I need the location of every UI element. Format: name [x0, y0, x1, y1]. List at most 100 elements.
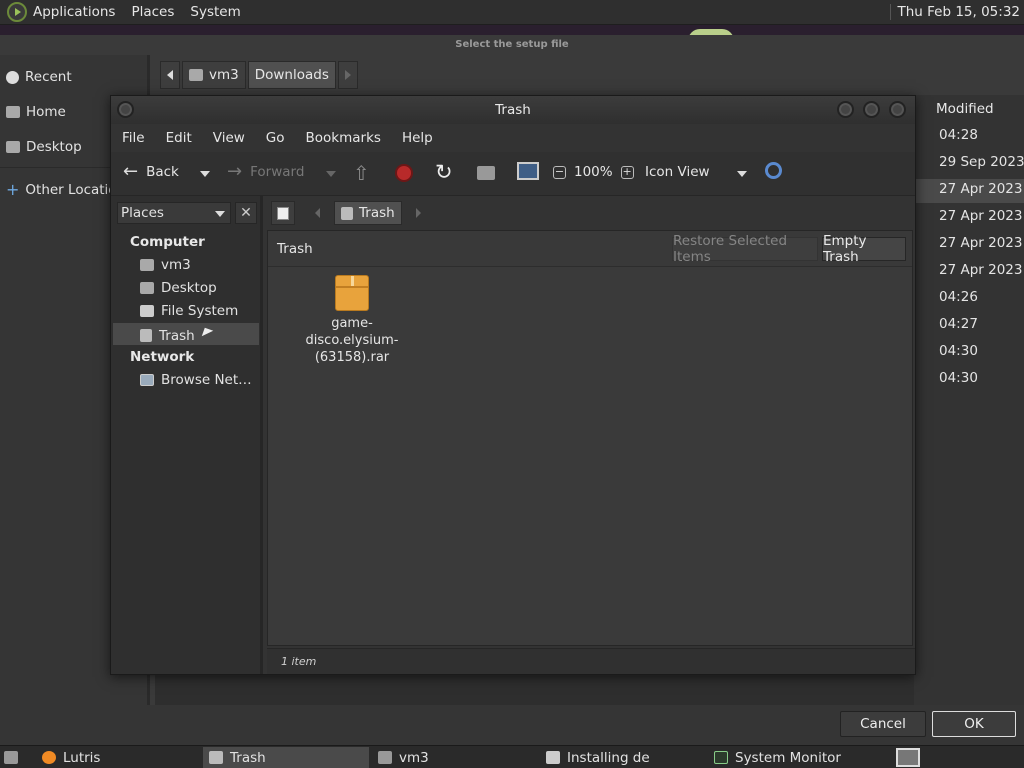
dialog-button-bar: Cancel OK — [0, 705, 1024, 745]
task-label: Installing de — [567, 749, 650, 766]
back-button[interactable]: ← Back — [123, 163, 179, 181]
forward-history-dropdown[interactable] — [326, 171, 336, 177]
chevron-left-icon[interactable] — [315, 208, 320, 218]
view-mode-select[interactable]: Icon View — [645, 164, 749, 180]
path-segment-vm3[interactable]: vm3 — [182, 61, 246, 89]
ok-button[interactable]: OK — [932, 711, 1016, 737]
close-icon: ✕ — [240, 205, 252, 221]
show-desktop-button[interactable] — [0, 747, 28, 768]
view-mode-label: Icon View — [645, 164, 710, 180]
reload-icon[interactable]: ↻ — [435, 160, 453, 184]
minimize-icon[interactable] — [837, 101, 854, 118]
statusbar: 1 item — [267, 648, 915, 674]
home-icon[interactable] — [477, 166, 495, 180]
system-monitor-icon — [714, 751, 728, 764]
sidebar-item-label: Trash — [159, 327, 195, 344]
location-pathbar: Trash — [267, 196, 915, 230]
sidebar-item-home[interactable]: Home — [6, 104, 66, 120]
task-lutris[interactable]: Lutris — [36, 747, 200, 768]
trash-icon — [140, 329, 152, 342]
modified-column-header[interactable]: Modified — [936, 101, 994, 117]
task-system-monitor[interactable]: System Monitor — [708, 747, 884, 768]
trash-info-bar: Trash Restore Selected Items Empty Trash — [268, 231, 912, 267]
menu-go[interactable]: Go — [266, 130, 285, 146]
menu-edit[interactable]: Edit — [166, 130, 192, 146]
sidebar-item-trash[interactable]: Trash — [113, 323, 259, 345]
table-cell[interactable]: 27 Apr 2023 — [939, 208, 1022, 224]
back-history-dropdown[interactable] — [200, 171, 210, 177]
path-forward-button[interactable] — [337, 61, 358, 89]
applications-logo-icon[interactable] — [7, 2, 27, 22]
table-cell[interactable]: 27 Apr 2023 — [939, 262, 1022, 278]
table-cell[interactable]: 04:27 — [939, 316, 978, 332]
clock-icon — [6, 70, 19, 84]
task-vm3[interactable]: vm3 — [372, 747, 536, 768]
cancel-button[interactable]: Cancel — [840, 711, 926, 737]
trash-window: Trash File Edit View Go Bookmarks Help ←… — [110, 95, 916, 675]
sidebar-item-desktop[interactable]: Desktop — [6, 139, 82, 155]
path-back-button[interactable] — [160, 61, 180, 89]
task-installing[interactable]: Installing de — [540, 747, 704, 768]
sidebar-item-desktop[interactable]: Desktop — [140, 280, 217, 296]
task-label: Trash — [230, 749, 266, 766]
forward-button[interactable]: → Forward — [227, 163, 304, 181]
system-menu[interactable]: System — [190, 4, 240, 20]
edit-icon — [277, 206, 289, 220]
table-cell[interactable]: 04:30 — [939, 370, 978, 386]
file-name-line: (63158).rar — [314, 350, 390, 365]
places-sidebar: Places ✕ Computer vm3 Desktop File Syste… — [111, 196, 263, 674]
close-icon[interactable] — [889, 101, 906, 118]
sidebar-item-recent[interactable]: Recent — [6, 69, 72, 85]
task-label: vm3 — [399, 749, 429, 766]
clock[interactable]: Thu Feb 15, 05:32 — [890, 4, 1020, 20]
sidebar-item-label: Desktop — [161, 280, 217, 296]
sidebar-item-browse-network[interactable]: Browse Net… — [140, 372, 252, 388]
zoom-control[interactable]: − 100% + — [553, 164, 634, 180]
table-cell-selected[interactable]: 27 Apr 2023 — [914, 179, 1024, 203]
trash-applet[interactable] — [894, 747, 924, 768]
up-arrow-icon[interactable]: ⇧ — [353, 161, 370, 185]
restore-selected-items-button[interactable]: Restore Selected Items — [672, 233, 818, 265]
zoom-level: 100% — [574, 164, 613, 180]
lutris-icon — [42, 751, 56, 764]
desktop-folder-icon — [140, 282, 154, 294]
window-titlebar[interactable]: Trash — [111, 96, 915, 124]
chevron-down-icon — [737, 171, 747, 177]
menu-bookmarks[interactable]: Bookmarks — [306, 130, 381, 146]
zoom-in-icon[interactable]: + — [620, 165, 634, 179]
empty-trash-button[interactable]: Empty Trash — [822, 233, 906, 265]
zoom-out-icon[interactable]: − — [553, 165, 566, 179]
applications-menu[interactable]: Applications — [33, 4, 115, 20]
stop-icon[interactable] — [395, 164, 413, 182]
file-name-line: game-disco.elysium- — [305, 316, 399, 348]
sidebar-mode-select[interactable]: Places — [117, 202, 231, 224]
home-folder-icon — [6, 106, 20, 118]
menu-view[interactable]: View — [213, 130, 245, 146]
maximize-icon[interactable] — [863, 101, 880, 118]
path-segment-downloads[interactable]: Downloads — [247, 61, 336, 89]
sidebar-item-vm3[interactable]: vm3 — [140, 257, 191, 273]
menu-file[interactable]: File — [122, 130, 145, 146]
table-cell[interactable]: 04:28 — [939, 127, 978, 143]
table-cell[interactable]: 27 Apr 2023 — [939, 235, 1022, 251]
sidebar-close-button[interactable]: ✕ — [235, 202, 257, 224]
search-icon[interactable] — [765, 162, 782, 179]
path-segment-trash[interactable]: Trash — [334, 201, 402, 225]
toggle-location-entry-button[interactable] — [271, 201, 295, 225]
file-chooser-title: Select the setup file — [455, 39, 569, 50]
computer-icon[interactable] — [517, 162, 539, 180]
table-cell[interactable]: 04:30 — [939, 343, 978, 359]
menu-help[interactable]: Help — [402, 130, 433, 146]
chevron-left-icon — [167, 70, 173, 80]
places-menu[interactable]: Places — [131, 4, 174, 20]
table-cell[interactable]: 04:26 — [939, 289, 978, 305]
chevron-right-icon[interactable] — [415, 208, 421, 218]
drive-icon — [140, 305, 154, 317]
table-cell[interactable]: 29 Sep 2023 — [939, 154, 1024, 170]
path-label: Trash — [359, 205, 395, 221]
sidebar-item-file-system[interactable]: File System — [140, 303, 238, 319]
file-icon-item[interactable]: game-disco.elysium- (63158).rar — [286, 275, 418, 366]
task-trash[interactable]: Trash — [203, 747, 369, 768]
file-chooser-pathbar: vm3 Downloads — [160, 60, 358, 90]
trash-content-area[interactable]: Trash Restore Selected Items Empty Trash… — [267, 230, 913, 646]
